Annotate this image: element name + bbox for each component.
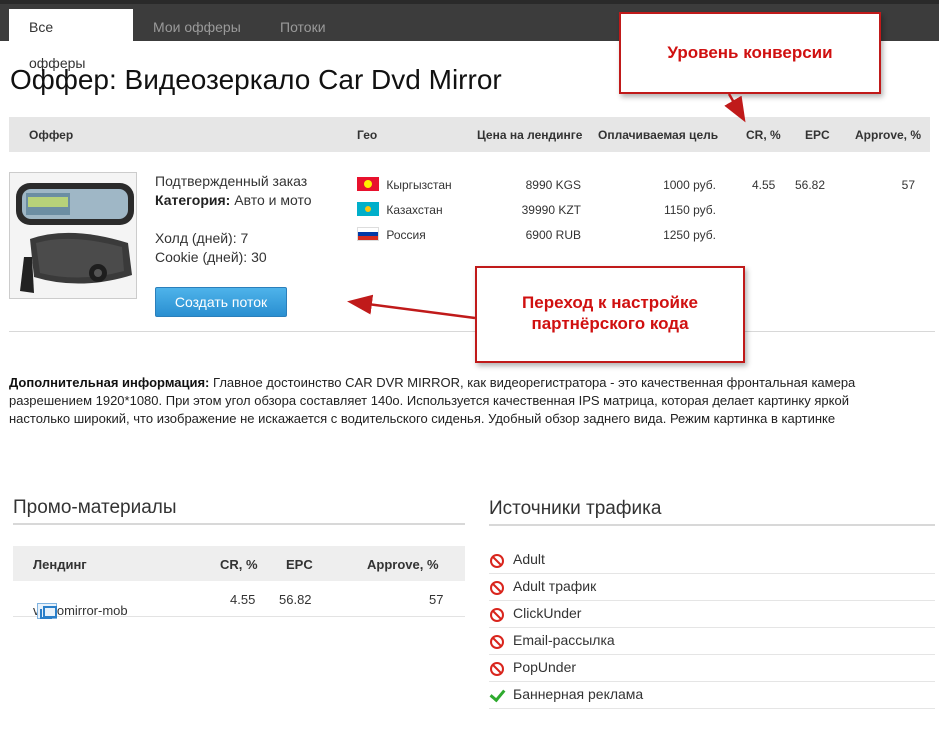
promo-table-row: videomirror-mob 4.55 56.82 57: [13, 581, 465, 619]
promo-title-underline: [13, 523, 465, 525]
geo-country: Казахстан: [386, 203, 443, 217]
traffic-label: ClickUnder: [513, 605, 582, 621]
offer-epc-value: 56.82: [795, 178, 826, 192]
offer-category: Категория: Авто и мото: [155, 191, 312, 210]
offer-goal-type: Подтвержденный заказ: [155, 173, 308, 189]
geo-row-russia: Россия: [357, 227, 426, 242]
annotation-conversion: Уровень конверсии: [619, 12, 881, 94]
flag-kyrgyzstan-icon: [357, 177, 379, 191]
promo-epc-value: 56.82: [279, 592, 312, 607]
promo-header-approve: Approve, %: [367, 557, 439, 572]
traffic-item: PopUnder: [489, 655, 935, 682]
forbidden-icon: [490, 581, 504, 595]
traffic-item: Email-рассылка: [489, 628, 935, 655]
header-goal: Оплачиваемая цель: [598, 128, 719, 142]
additional-info-line1: Главное достоинство CAR DVR MIRROR, как …: [213, 375, 856, 390]
section-divider: [9, 331, 935, 332]
promo-approve-value: 57: [429, 592, 444, 607]
flag-russia-icon: [357, 227, 379, 241]
create-stream-button[interactable]: Создать поток: [155, 287, 287, 317]
promo-cr-value: 4.55: [230, 592, 256, 607]
tab-streams[interactable]: Потоки: [280, 9, 326, 45]
additional-info-line3: настолько широкий, что изображение не ис…: [9, 411, 836, 426]
product-image: [9, 172, 137, 299]
page-title: Оффер: Видеозеркало Car Dvd Mirror: [10, 64, 502, 95]
additional-info: Дополнительная информация: Главное досто…: [9, 374, 939, 428]
forbidden-icon: [490, 554, 504, 568]
traffic-item: Adult: [489, 547, 935, 574]
traffic-item: Баннерная реклама: [489, 682, 935, 709]
header-offer: Оффер: [29, 128, 74, 142]
geo-payout: 1000 руб.: [663, 178, 716, 192]
geo-payout: 1150 руб.: [663, 203, 716, 217]
promo-title: Промо-материалы: [13, 497, 177, 518]
additional-info-line2: разрешением 1920*1080. При этом угол обз…: [9, 393, 849, 408]
additional-info-label: Дополнительная информация:: [9, 375, 210, 390]
checkmark-icon: [490, 687, 504, 701]
promo-header-cr: CR, %: [220, 557, 258, 572]
forbidden-icon: [490, 662, 504, 676]
header-approve: Approve, %: [855, 128, 922, 142]
offer-table-header: Оффер Гео Цена на лендинге Оплачиваемая …: [9, 117, 930, 152]
geo-price: 39990 KZT: [521, 203, 581, 217]
tab-my-offers[interactable]: Мои офферы: [153, 9, 241, 45]
geo-payout: 1250 руб.: [663, 228, 716, 242]
offer-hold: Холд (дней): 7: [155, 230, 249, 246]
offer-description: Подтвержденный заказ Категория: Авто и м…: [155, 172, 312, 267]
annotation-partner-code: Переход к настройке партнёрского кода: [475, 266, 745, 363]
arrow-to-create-button: [347, 294, 476, 320]
header-epc: EPC: [805, 128, 830, 142]
traffic-title-underline: [489, 524, 935, 526]
header-cr: CR, %: [746, 128, 781, 142]
offer-approve-value: 57: [901, 178, 915, 192]
traffic-label: Adult трафик: [513, 578, 597, 594]
geo-row-kazakhstan: Казахстан: [357, 202, 443, 217]
promo-header-landing: Лендинг: [33, 557, 87, 572]
forbidden-icon: [490, 608, 504, 622]
offer-cr-value: 4.55: [752, 178, 776, 192]
traffic-label: Adult: [513, 551, 545, 567]
promo-header-epc: EPC: [286, 557, 313, 572]
geo-country: Россия: [386, 228, 426, 242]
annotation-partner-line2: партнёрского кода: [531, 314, 689, 333]
forbidden-icon: [490, 635, 504, 649]
preview-window-icon[interactable]: [37, 603, 57, 619]
promo-table-header: Лендинг CR, % EPC Approve, %: [13, 546, 465, 581]
traffic-label: PopUnder: [513, 659, 577, 675]
traffic-item: Adult трафик: [489, 574, 935, 601]
header-geo: Гео: [357, 128, 378, 142]
category-label: Категория:: [155, 192, 231, 208]
geo-row-kyrgyzstan: Кыргызстан: [357, 177, 452, 192]
flag-kazakhstan-icon: [357, 202, 379, 216]
traffic-sources-title: Источники трафика: [489, 498, 662, 519]
header-price: Цена на лендинге: [477, 128, 583, 142]
geo-country: Кыргызстан: [386, 178, 452, 192]
geo-price: 6900 RUB: [525, 228, 581, 242]
geo-price: 8990 KGS: [525, 178, 581, 192]
traffic-label: Email-рассылка: [513, 632, 615, 648]
traffic-item: ClickUnder: [489, 601, 935, 628]
offer-cookie: Cookie (дней): 30: [155, 249, 267, 265]
annotation-partner-line1: Переход к настройке: [522, 293, 698, 312]
arrow-to-cr-column: [724, 93, 746, 123]
tab-all-offers[interactable]: Все офферы: [9, 9, 133, 71]
category-value: Авто и мото: [234, 192, 312, 208]
traffic-label: Баннерная реклама: [513, 686, 644, 702]
